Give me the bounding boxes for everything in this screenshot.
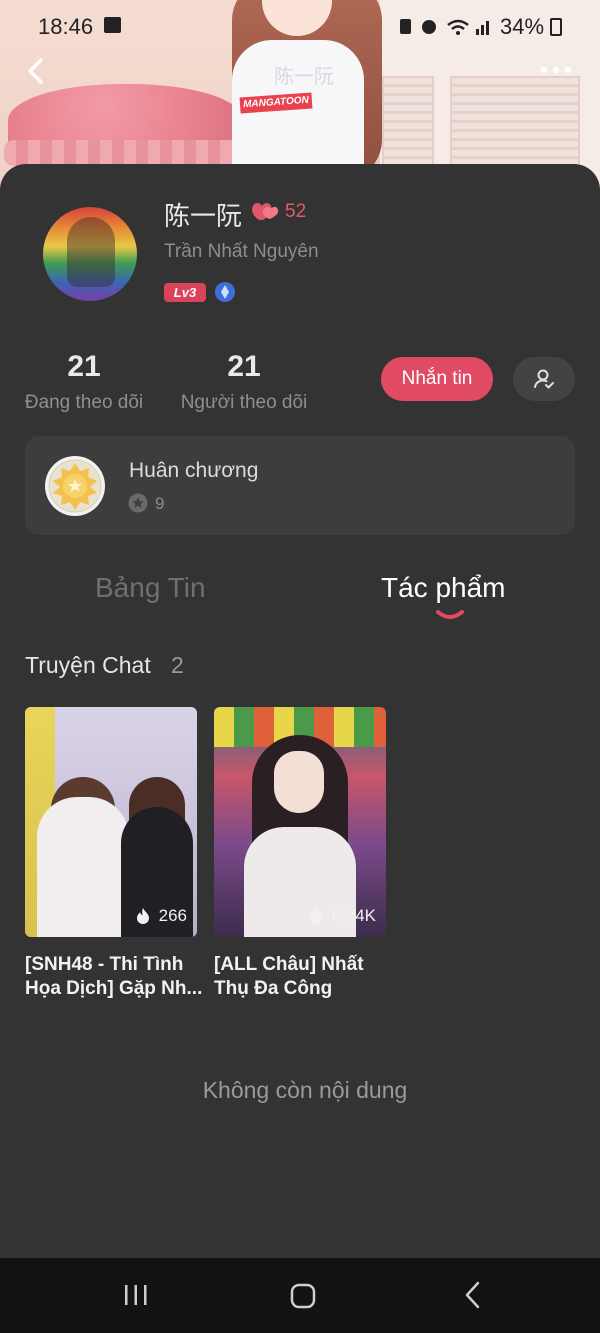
work-title: [SNH48 - Thi Tình Họa Dịch] Gặp Nh... <box>25 954 203 999</box>
profile-subname: Trần Nhất Nguyên <box>164 241 319 262</box>
end-of-content: Không còn nội dung <box>202 1077 408 1103</box>
active-tab-indicator <box>436 610 464 619</box>
medal-section[interactable]: Huân chương 9 <box>25 436 575 535</box>
work-title: [ALL Châu] Nhất Thụ Đa Công <box>214 954 364 999</box>
work-views: 6.24K <box>331 906 376 925</box>
star-icon <box>128 493 148 513</box>
work-views: 266 <box>158 906 187 925</box>
profile-card: 陈一阮 52 Trần Nhất Nguyên Lv3 21 Đang theo… <box>0 164 600 1260</box>
banner-stool-rim <box>4 140 248 166</box>
status-icons <box>400 19 489 35</box>
following-label: Đang theo dõi <box>24 392 144 413</box>
nav-back-icon[interactable] <box>462 1280 484 1310</box>
gallery-icon <box>104 17 121 33</box>
follow-button[interactable] <box>513 357 575 401</box>
status-time: 18:46 <box>38 14 94 39</box>
back-icon[interactable] <box>22 56 52 86</box>
fire-icon <box>137 908 149 924</box>
section-count: 2 <box>171 652 184 678</box>
banner-cabinet-slats <box>382 76 434 176</box>
medal-title: Huân chương <box>129 459 259 482</box>
banner-cabinet-slats <box>450 76 580 176</box>
work-cover: 266 <box>25 707 197 937</box>
system-nav-bar <box>0 1258 600 1333</box>
banner-shirt-text: 陈一阮 <box>274 66 334 88</box>
battery-percent: 34% <box>500 14 545 39</box>
heart-icon <box>252 203 279 220</box>
profile-name: 陈一阮 <box>164 201 243 231</box>
follow-user-icon <box>534 369 554 389</box>
followers-label: Người theo dõi <box>180 392 308 413</box>
status-bar: 18:46 34% <box>0 0 600 52</box>
work-cover: 6.24K <box>214 707 386 937</box>
tab-works[interactable]: Tác phẩm <box>381 572 506 604</box>
recent-apps-icon[interactable] <box>122 1282 150 1308</box>
level-badge: Lv3 <box>164 283 206 302</box>
fire-icon <box>310 908 322 924</box>
following-count: 21 <box>67 350 101 383</box>
vip-icon <box>215 282 235 302</box>
more-icon[interactable] <box>536 60 576 80</box>
section-title: Truyện Chat <box>25 652 151 678</box>
message-button[interactable]: Nhắn tin <box>381 357 493 401</box>
tab-news[interactable]: Bảng Tin <box>95 572 206 604</box>
stat-followers[interactable]: 21 Người theo dõi <box>178 350 310 414</box>
work-card[interactable]: 266 [SNH48 - Thi Tình Họa Dịch] Gặp Nh..… <box>25 707 202 1001</box>
stat-following[interactable]: 21 Đang theo dõi <box>22 350 146 414</box>
followers-count: 21 <box>227 350 261 383</box>
home-icon[interactable] <box>289 1282 317 1310</box>
work-card[interactable]: 6.24K [ALL Châu] Nhất Thụ Đa Công <box>214 707 386 1001</box>
medal-icon <box>45 456 105 516</box>
battery-icon <box>550 18 562 36</box>
heart-count: 52 <box>285 201 307 222</box>
avatar[interactable] <box>43 207 137 301</box>
medal-count: 9 <box>155 494 165 513</box>
